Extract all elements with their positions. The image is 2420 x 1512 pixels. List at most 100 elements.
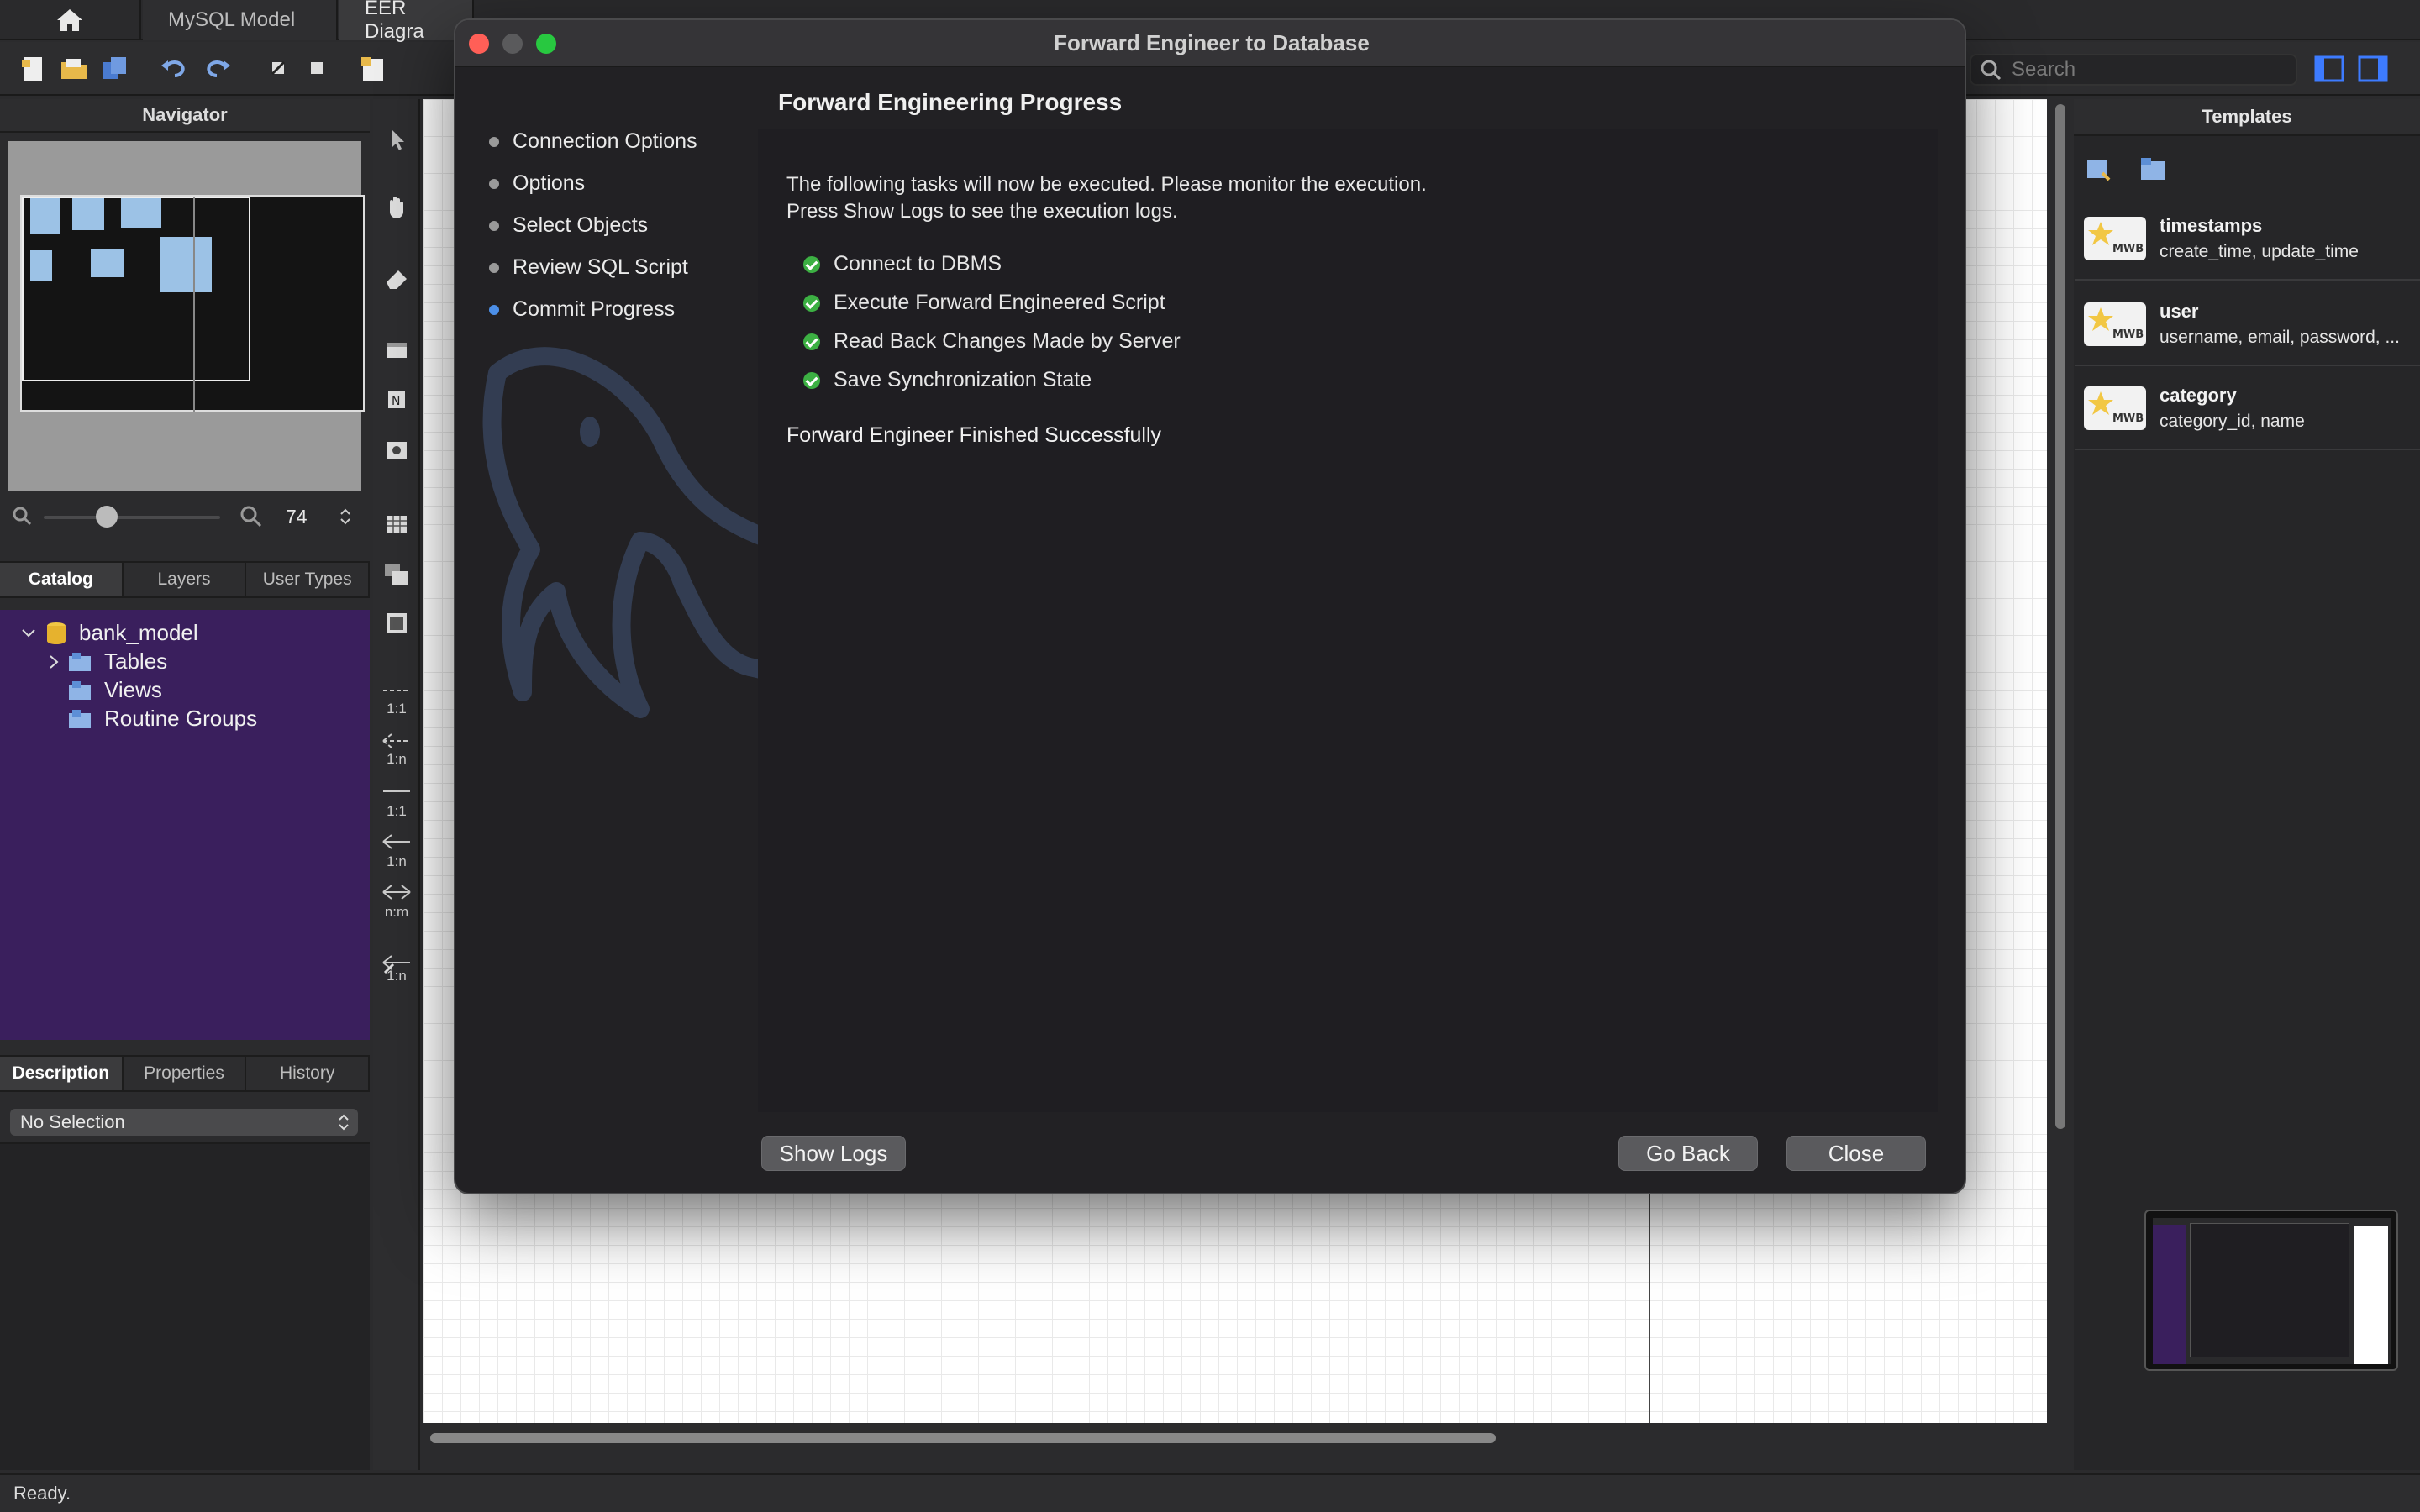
tab-mysql-model[interactable]: MySQL Model xyxy=(143,0,338,40)
zoom-window-button[interactable] xyxy=(536,34,556,54)
status-text: Ready. xyxy=(13,1483,71,1504)
pointer-tool-icon[interactable] xyxy=(381,124,412,155)
minimize-window-button[interactable] xyxy=(502,34,523,54)
zoom-value[interactable]: 74 xyxy=(286,506,308,528)
description-object-select[interactable]: No Selection xyxy=(10,1109,358,1136)
table-tool-icon[interactable] xyxy=(381,509,412,539)
relationship-label: n:m xyxy=(384,904,409,920)
home-icon xyxy=(57,9,82,31)
eraser-tool-icon[interactable] xyxy=(381,264,412,294)
zoom-slider-track[interactable] xyxy=(44,516,220,519)
new-file-icon[interactable] xyxy=(18,54,49,84)
check-icon xyxy=(803,294,820,312)
toggle-left-sidebar-icon[interactable] xyxy=(2314,55,2344,82)
close-button[interactable]: Close xyxy=(1786,1136,1926,1171)
tab-catalog[interactable]: Catalog xyxy=(0,563,124,596)
zoom-out-icon[interactable] xyxy=(12,506,32,526)
dialog-title: Forward Engineer to Database xyxy=(1054,29,1370,55)
template-folder-icon[interactable] xyxy=(2138,155,2168,183)
scrollbar-thumb[interactable] xyxy=(430,1433,1496,1443)
forward-engineer-dialog: Forward Engineer to Database Connection … xyxy=(454,18,1966,1194)
tab-description[interactable]: Description xyxy=(0,1057,124,1090)
template-columns: username, email, password, ... xyxy=(2160,328,2400,347)
task-item: Save Synchronization State xyxy=(803,368,1092,392)
note-tool-icon[interactable]: N xyxy=(381,385,412,415)
step-label: Options xyxy=(513,171,586,195)
mwb-file-icon: MWB xyxy=(2084,302,2146,346)
toggle-grid-icon[interactable] xyxy=(264,54,294,84)
routines-folder-icon xyxy=(69,709,91,728)
tab-label: Layers xyxy=(157,570,211,589)
relationship-n-m-icon[interactable] xyxy=(381,877,412,907)
relationship-label: 1:n xyxy=(387,751,407,767)
info-tabs: Description Properties History xyxy=(0,1055,371,1092)
hand-tool-icon[interactable] xyxy=(381,193,412,223)
tree-item-bank-model[interactable]: bank_model xyxy=(20,620,198,646)
tree-item-routine-groups[interactable]: Routine Groups xyxy=(67,706,257,732)
canvas-vertical-scrollbar[interactable] xyxy=(2050,99,2070,1426)
image-tool-icon[interactable] xyxy=(381,435,412,465)
relationship-label: 1:n xyxy=(387,853,407,869)
routine-group-tool-icon[interactable] xyxy=(381,608,412,638)
tab-user-types[interactable]: User Types xyxy=(246,563,371,596)
open-folder-icon[interactable] xyxy=(59,54,89,84)
template-name: user xyxy=(2160,301,2199,322)
undo-icon[interactable] xyxy=(160,54,190,84)
search-field[interactable]: Search xyxy=(1970,54,2297,86)
step-label: Select Objects xyxy=(513,213,649,237)
status-bar: Ready. xyxy=(0,1473,2420,1512)
diagram-tool-strip: N 1:1 1:n 1:1 1:n n:m 1:n xyxy=(373,99,420,1470)
zoom-in-icon[interactable] xyxy=(239,504,262,528)
template-item-user[interactable]: MWB user username, email, password, ... xyxy=(2075,284,2420,366)
step-label: Commit Progress xyxy=(513,297,676,321)
thumbnail-canvas xyxy=(2354,1226,2388,1364)
step-bullet-current xyxy=(489,304,499,315)
home-button[interactable] xyxy=(0,0,141,40)
chevron-right-icon[interactable] xyxy=(47,654,60,670)
canvas-horizontal-scrollbar[interactable] xyxy=(424,1426,2050,1450)
template-item-timestamps[interactable]: MWB timestamps create_time, update_time xyxy=(2075,198,2420,281)
zoom-slider-thumb[interactable] xyxy=(96,506,118,528)
add-template-icon[interactable] xyxy=(2084,155,2114,183)
redo-icon[interactable] xyxy=(202,54,232,84)
description-text-area[interactable] xyxy=(0,1142,370,1470)
new-diagram-icon[interactable] xyxy=(358,54,388,84)
tab-history[interactable]: History xyxy=(246,1057,371,1090)
close-window-button[interactable] xyxy=(469,34,489,54)
template-columns: category_id, name xyxy=(2160,412,2305,431)
svg-text:N: N xyxy=(392,395,400,408)
zoom-stepper-icon[interactable] xyxy=(339,507,351,526)
navigator-minimap[interactable] xyxy=(8,141,365,491)
intro-text: The following tasks will now be executed… xyxy=(786,171,1427,225)
go-back-button[interactable]: Go Back xyxy=(1618,1136,1758,1171)
tree-label: Views xyxy=(104,677,162,702)
step-connection-options: Connection Options xyxy=(489,129,697,154)
chevron-down-icon[interactable] xyxy=(20,625,37,642)
tab-layers[interactable]: Layers xyxy=(124,563,247,596)
templates-title: Templates xyxy=(2202,106,2292,127)
mwb-badge: MWB xyxy=(2112,328,2144,341)
tree-item-tables[interactable]: Tables xyxy=(47,648,167,675)
show-logs-button[interactable]: Show Logs xyxy=(761,1136,906,1171)
scrollbar-thumb[interactable] xyxy=(2055,104,2065,1129)
screenshot-thumbnail[interactable] xyxy=(2144,1210,2398,1371)
relationship-1-1-identifying-icon[interactable] xyxy=(381,776,412,806)
step-bullet xyxy=(489,136,499,147)
layer-tool-icon[interactable] xyxy=(381,334,412,365)
toggle-right-sidebar-icon[interactable] xyxy=(2358,55,2388,82)
tab-properties[interactable]: Properties xyxy=(124,1057,247,1090)
save-icon[interactable] xyxy=(99,54,129,84)
intro-line: The following tasks will now be executed… xyxy=(786,173,1427,196)
step-options: Options xyxy=(489,171,585,196)
mwb-file-icon: MWB xyxy=(2084,217,2146,260)
select-chevron-icon xyxy=(339,1114,349,1131)
step-bullet xyxy=(489,262,499,273)
minimap-viewport[interactable] xyxy=(22,197,250,381)
align-grid-icon[interactable] xyxy=(302,54,333,84)
thumbnail-content xyxy=(2153,1218,2391,1364)
relationship-1-n-identifying-icon[interactable] xyxy=(381,827,412,857)
view-tool-icon[interactable] xyxy=(381,559,412,590)
tree-item-views[interactable]: Views xyxy=(67,677,162,703)
task-item: Connect to DBMS xyxy=(803,252,1002,276)
template-item-category[interactable]: MWB category category_id, name xyxy=(2075,368,2420,450)
